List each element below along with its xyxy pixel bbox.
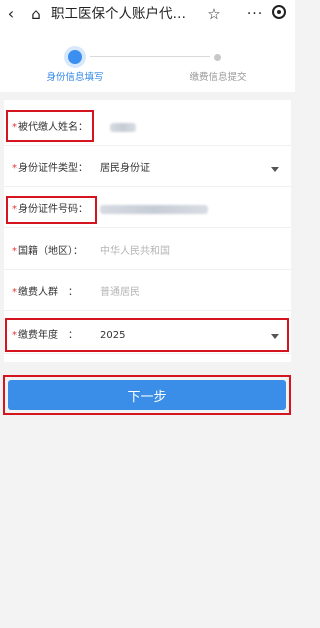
field-label-text: 缴费人群 ：	[18, 287, 78, 298]
field-id-type[interactable]: *身份证件类型： 居民身份证	[4, 151, 291, 187]
field-nationality: *国籍（地区）： 中华人民共和国	[4, 234, 291, 270]
field-label: *国籍（地区）：	[12, 244, 83, 260]
highlight-box	[6, 196, 97, 224]
field-label: *身份证件类型：	[12, 161, 88, 177]
stepper: 身份信息填写 缴费信息提交	[0, 30, 295, 92]
top-bar: ‹ ⌂ 职工医保个人账户代… ☆ ···	[0, 0, 295, 30]
field-label-text: 身份证件类型：	[18, 163, 88, 174]
required-mark: *	[12, 246, 17, 257]
highlight-box	[6, 110, 94, 142]
field-label: *缴费人群 ：	[12, 285, 78, 301]
required-mark: *	[12, 163, 17, 174]
next-step-button[interactable]: 下一步	[8, 380, 286, 410]
chevron-down-icon[interactable]	[271, 167, 279, 172]
step-indicator-active	[68, 50, 82, 64]
target-icon[interactable]	[272, 5, 286, 19]
required-mark: *	[12, 287, 17, 298]
star-icon[interactable]: ☆	[204, 3, 224, 25]
redacted-value	[100, 205, 208, 214]
redacted-value	[110, 123, 136, 132]
field-value: 中华人民共和国	[100, 246, 170, 257]
more-icon[interactable]: ···	[245, 3, 265, 25]
step-label-payment: 缴费信息提交	[189, 72, 247, 83]
step-connector	[90, 56, 210, 57]
field-payer-group: *缴费人群 ： 普通居民	[4, 275, 291, 311]
step-indicator-inactive	[214, 54, 221, 61]
back-icon[interactable]: ‹	[4, 3, 18, 25]
home-icon[interactable]: ⌂	[26, 3, 46, 25]
field-value: 普通居民	[100, 287, 140, 298]
highlight-box	[5, 318, 289, 352]
step-label-identity: 身份信息填写	[46, 72, 104, 83]
field-value: 居民身份证	[100, 163, 150, 174]
page-title: 职工医保个人账户代…	[51, 6, 186, 22]
field-label-text: 国籍（地区）：	[18, 246, 83, 257]
